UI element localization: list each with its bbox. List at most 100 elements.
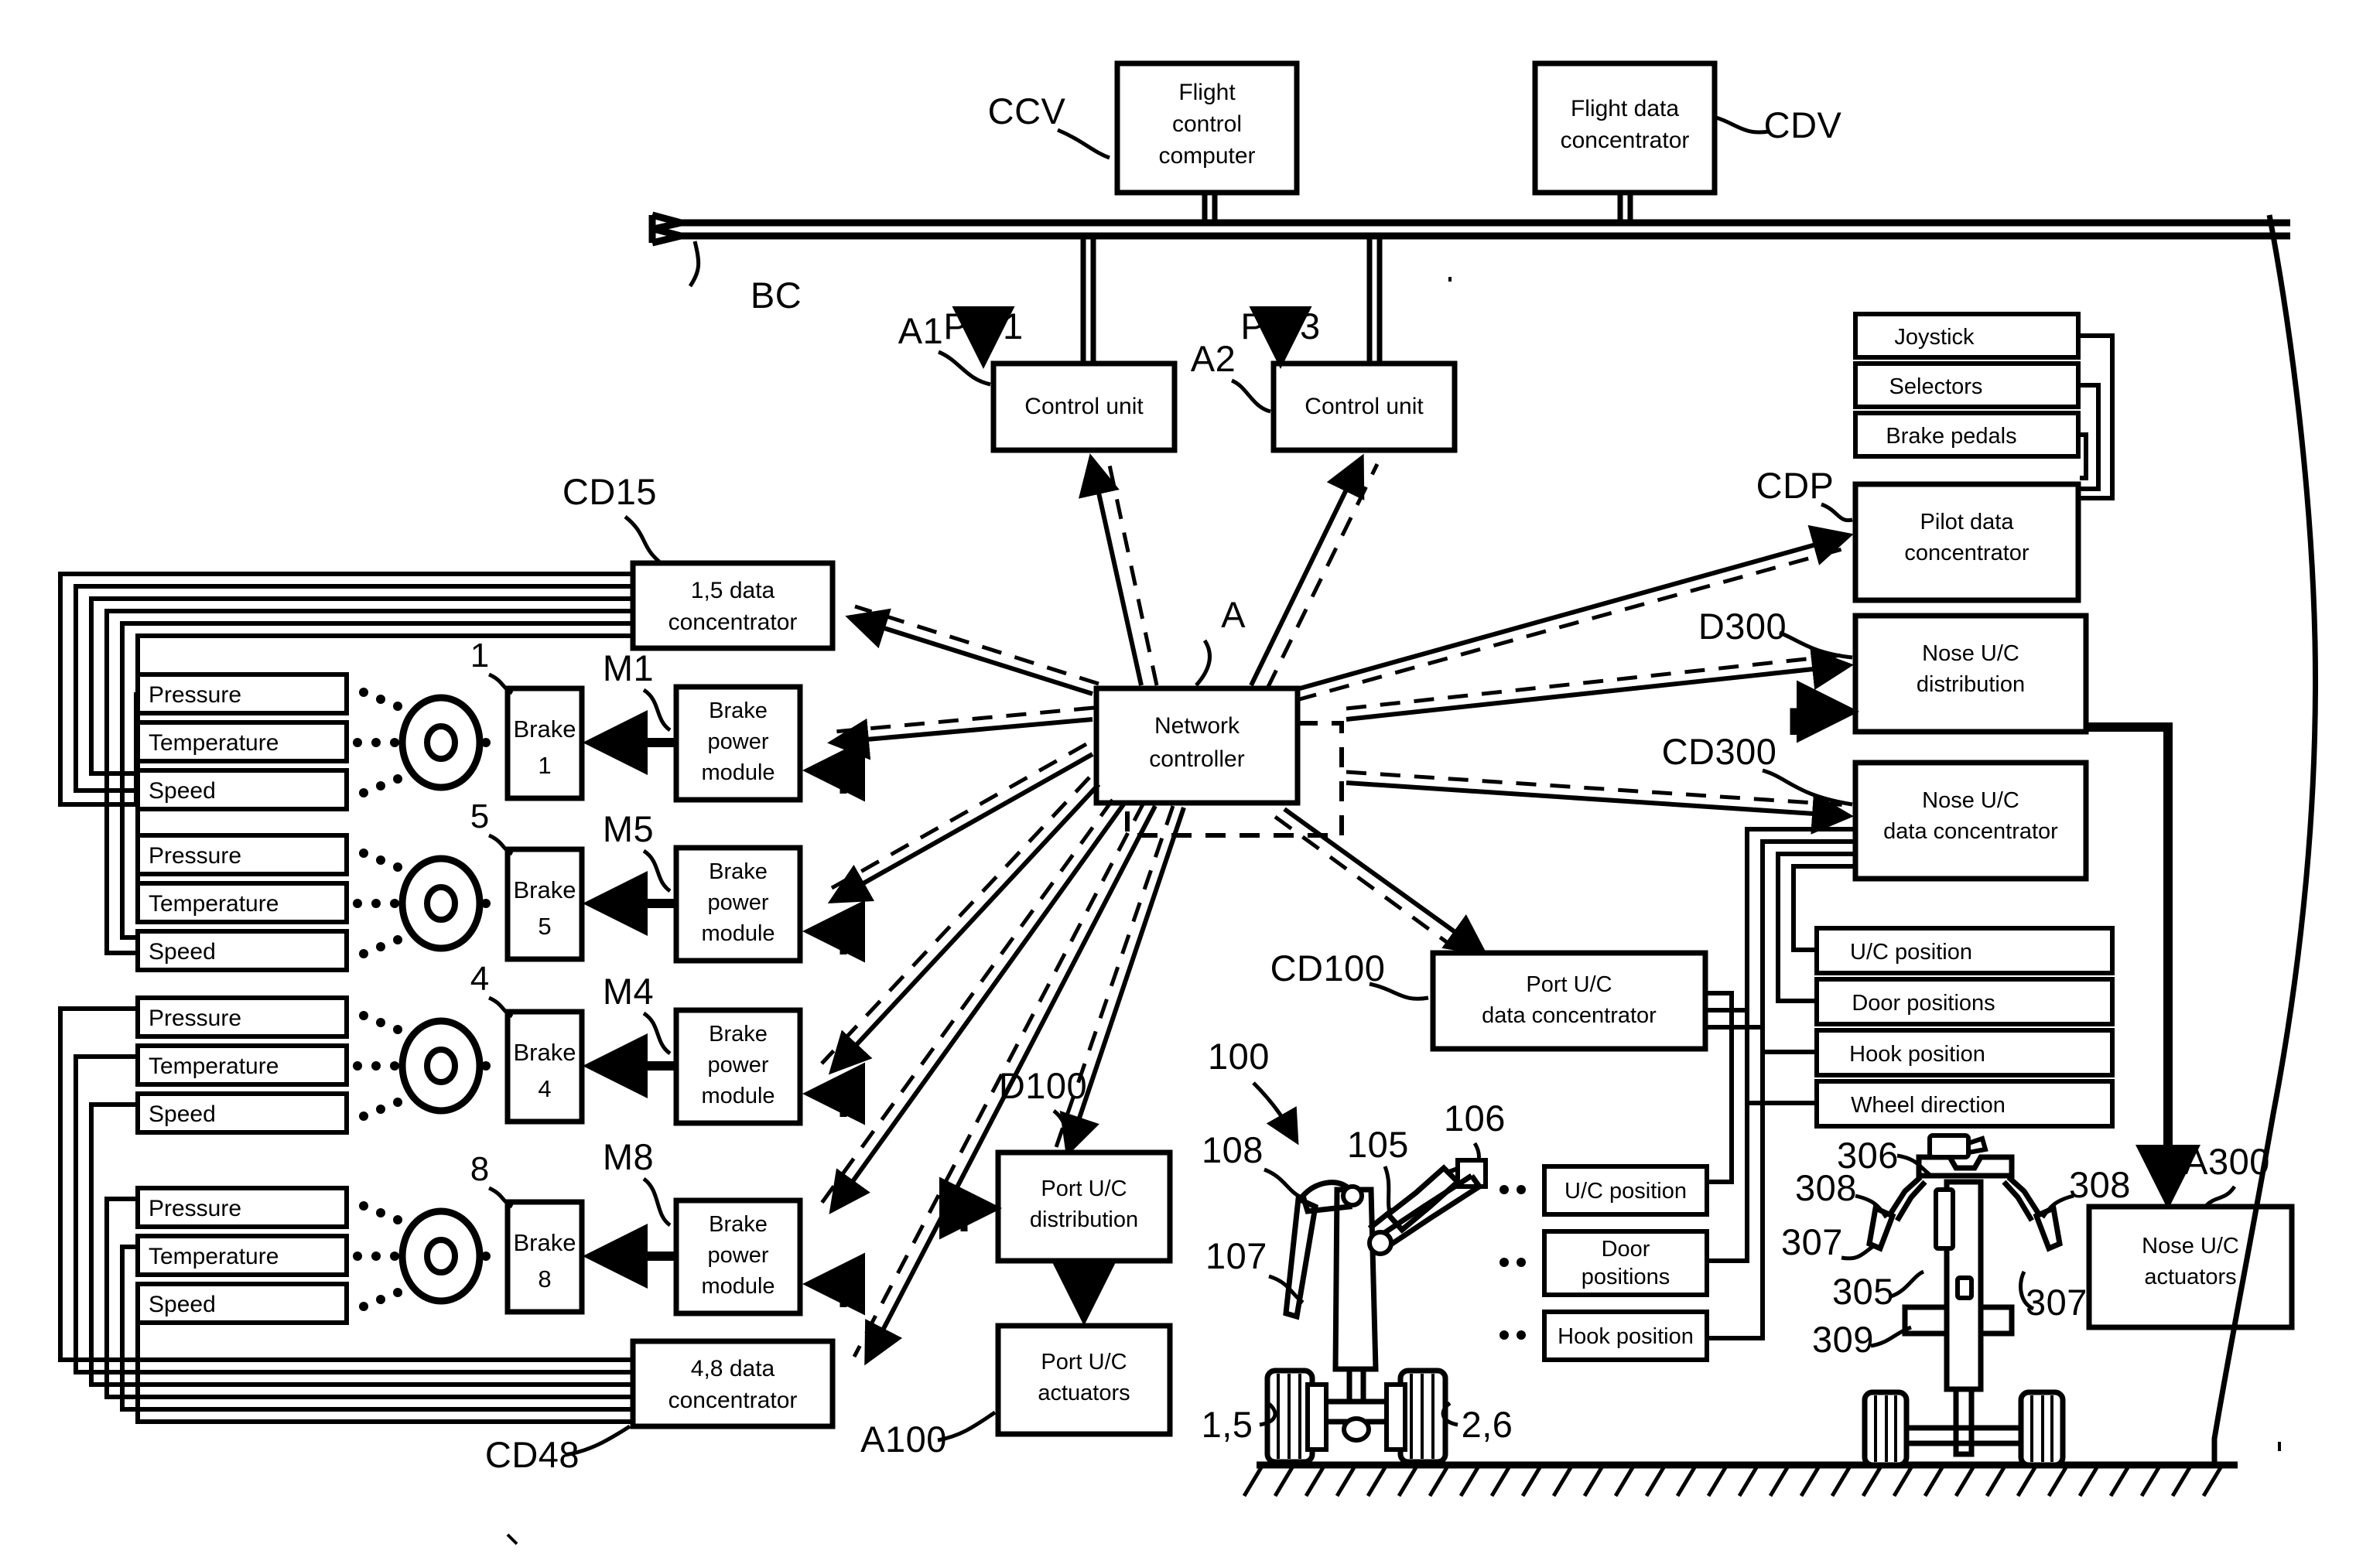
schematic-svg: Flight control computer CCV Flight data … <box>58 60 2319 1545</box>
brake-label-5-line1: Brake <box>514 876 576 903</box>
port-door-positions-label-l1: Door <box>1602 1237 1650 1262</box>
flight-control-computer-label-line1: Flight <box>1178 80 1236 105</box>
brake-box-1[interactable] <box>504 685 585 801</box>
cdv-leader <box>1715 115 1770 135</box>
port-uc-position-label: U/C position <box>1564 1179 1687 1204</box>
ref-ccv: CCV <box>988 90 1066 131</box>
ref-a: A <box>1221 594 1246 635</box>
brake-label-1-line2: 1 <box>538 752 551 779</box>
ref-wheel-8: 8 <box>470 1150 489 1188</box>
ref-m4: M4 <box>603 971 654 1012</box>
flight-control-computer-label-line2: control <box>1172 111 1242 137</box>
port-dc-line2: data concentrator <box>1482 1003 1657 1028</box>
cd100-leader <box>1369 982 1429 1001</box>
sensor-label-speed-1: Speed <box>149 778 216 804</box>
cu1-bus-stems <box>1080 236 1096 364</box>
ref-d100: D100 <box>999 1065 1087 1106</box>
nose-act-line2: actuators <box>2144 1265 2236 1289</box>
flight-data-concentrator-label-line2: concentrator <box>1561 128 1690 153</box>
dc48-label-line2: concentrator <box>669 1388 798 1413</box>
port-uc-data-concentrator-box[interactable] <box>1430 950 1708 1052</box>
wheel-hub-icon-5 <box>424 884 458 923</box>
a-leader <box>1195 639 1212 687</box>
network-controller-box[interactable] <box>1093 685 1301 806</box>
port-uc-actuators-box[interactable] <box>995 1323 1173 1437</box>
wheel-hub-icon-8 <box>424 1237 458 1275</box>
port-sensor-dots <box>1499 1185 1526 1340</box>
port-uc-dist-power-input <box>939 1176 1002 1240</box>
sensor-label-speed-4: Speed <box>149 1101 216 1127</box>
sensor-label-temperature-5: Temperature <box>149 891 279 917</box>
ref-cdv: CDV <box>1764 104 1842 145</box>
control-unit-2-label: Control unit <box>1305 394 1424 419</box>
ref-cdp: CDP <box>1756 465 1835 506</box>
ref-a1: A1 <box>898 310 944 351</box>
bpm5-power-input <box>802 900 865 963</box>
ref-108: 108 <box>1202 1129 1264 1170</box>
ref-309: 309 <box>1812 1319 1874 1360</box>
data-concentrator-15-box[interactable] <box>630 560 836 651</box>
ref-cd300: CD300 <box>1662 731 1777 772</box>
a300-leader <box>2205 1185 2237 1207</box>
d300-leader <box>1779 630 1853 660</box>
ref-m8: M8 <box>603 1136 654 1177</box>
nose-dist-power-input <box>1790 680 1859 743</box>
port-uc-dist-line2: distribution <box>1030 1207 1138 1232</box>
m1-leader <box>642 688 672 732</box>
ref-107: 107 <box>1205 1235 1267 1276</box>
bpm1-label-line3: module <box>701 760 775 785</box>
wheel-1-leader <box>487 672 514 695</box>
ref-m5: M5 <box>603 808 654 849</box>
nose-hook-position-label: Hook position <box>1849 1042 1985 1067</box>
bpm4-label-line2: power <box>708 1053 769 1077</box>
pdc-line1: Pilot data <box>1920 510 2015 534</box>
fdc-bus-stems <box>1617 193 1633 223</box>
sensor-label-pressure-4: Pressure <box>149 1006 241 1031</box>
brake-box-8[interactable] <box>504 1199 585 1315</box>
bpm5-label-line2: power <box>708 890 769 915</box>
port-dc-sensor-wires <box>1705 991 1765 1340</box>
pilot-input-wires <box>2078 333 2115 500</box>
nose-dc-line1: Nose U/C <box>1922 788 2019 813</box>
bpm4-label-line3: module <box>701 1084 775 1108</box>
nose-dist-line2: distribution <box>1917 672 2025 697</box>
data-concentrator-48-box[interactable] <box>630 1338 836 1429</box>
selectors-label: Selectors <box>1889 374 1983 399</box>
fcc-bus-stems <box>1202 193 1218 223</box>
m4-leader <box>642 1011 672 1056</box>
ref-105: 105 <box>1347 1124 1409 1165</box>
bpm8-label-line2: power <box>708 1243 769 1268</box>
brake-row-3: Pressure Temperature Speed Brake 4 4 Bra… <box>135 960 865 1135</box>
nose-dist-line1: Nose U/C <box>1922 641 2019 666</box>
ref-d300: D300 <box>1698 606 1787 647</box>
brake-label-8-line2: 8 <box>538 1265 551 1293</box>
brake-pedals-label: Brake pedals <box>1886 424 2016 449</box>
brake-row-2: Pressure Temperature Speed Brake 5 5 Bra… <box>135 797 865 972</box>
ref-308-left: 308 <box>1795 1167 1857 1208</box>
port-uc-dist-line1: Port U/C <box>1041 1176 1127 1201</box>
brake-box-5[interactable] <box>504 846 585 962</box>
ref-cd100: CD100 <box>1270 948 1386 989</box>
bpm8-label-line1: Brake <box>709 1212 768 1237</box>
nose-dc-line2: data concentrator <box>1883 819 2058 844</box>
ref-a300: A300 <box>2183 1141 2270 1182</box>
nose-door-positions-label: Door positions <box>1852 991 1995 1016</box>
cd300-leader <box>1762 768 1853 807</box>
dc48-label-line1: 4,8 data <box>691 1356 775 1381</box>
ref-wheel-4: 4 <box>470 960 489 998</box>
brake-row-1: Pressure Temperature Speed Brake 1 1 Bra… <box>135 637 865 811</box>
nose-act-line1: Nose U/C <box>2142 1234 2239 1258</box>
brake-label-5-line2: 5 <box>538 913 551 940</box>
bc-leader <box>688 241 701 288</box>
a2-leader <box>1230 378 1271 414</box>
bpm4-label-line1: Brake <box>709 1022 768 1047</box>
brake-box-4[interactable] <box>504 1009 585 1125</box>
ref-1-5: 1,5 <box>1202 1404 1253 1445</box>
port-uc-distribution-box[interactable] <box>995 1149 1173 1264</box>
ref-307-left: 307 <box>1781 1221 1843 1262</box>
bpm8-label-line3: module <box>701 1274 775 1299</box>
ref-wheel-5: 5 <box>470 797 489 835</box>
diagram-canvas: Flight control computer CCV Flight data … <box>0 0 2380 1564</box>
brake-label-4-line2: 4 <box>538 1075 551 1102</box>
bpm4-power-input <box>802 1062 865 1125</box>
